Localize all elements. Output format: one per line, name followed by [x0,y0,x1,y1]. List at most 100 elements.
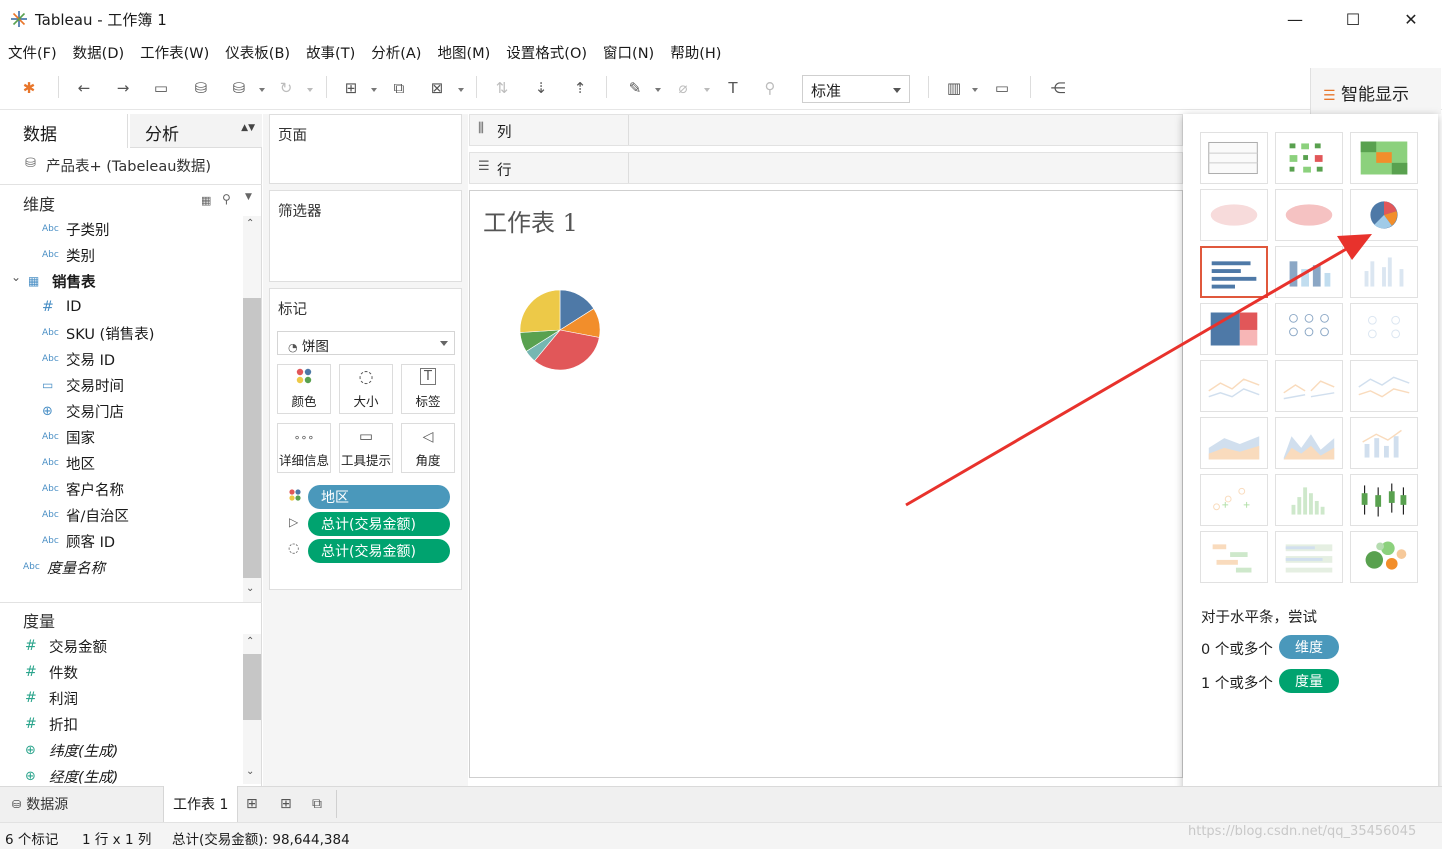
sort-descending-icon[interactable]: ⇡ [569,78,591,98]
presentation-mode-icon[interactable]: ▭ [991,78,1013,98]
amount-angle-pill[interactable]: 总计(交易金额) [308,512,450,536]
filters-shelf[interactable]: 筛选器 [269,190,462,282]
pie-chart[interactable] [518,288,602,372]
close-button[interactable]: ✕ [1388,4,1434,34]
chart-type-packed-bubbles[interactable] [1350,531,1418,583]
datasource-tab[interactable]: ⛁ 数据源 [0,786,162,822]
smart-show-tab[interactable]: ☰ 智能显示 [1310,68,1441,114]
chevron-down-icon[interactable]: ▼ [245,192,252,202]
redo-icon[interactable]: → [112,78,134,98]
menu-help[interactable]: 帮助(H) [670,42,721,63]
sort-ascending-icon[interactable]: ⇣ [530,78,552,98]
chart-type-bullet-graph[interactable] [1275,531,1343,583]
fit-select[interactable]: 标准 [802,75,910,103]
tab-worksheet-1[interactable]: 工作表 1 [163,786,238,822]
chevron-down-icon[interactable] [371,88,377,92]
measure-field[interactable]: # 件数 [0,659,240,685]
pause-updates-icon[interactable]: ⛁ [228,78,250,98]
tab-data[interactable]: 数据 [0,114,128,148]
show-mark-labels-icon[interactable]: T [722,78,744,98]
dimension-field[interactable]: ▭ 交易时间 [0,372,240,398]
pages-shelf[interactable]: 页面 [269,114,462,184]
duplicate-sheet-icon[interactable]: ⧉ [388,78,410,98]
dimensions-scrollbar-thumb[interactable] [243,298,261,578]
new-datasource-icon[interactable]: ⛁ [190,78,212,98]
measure-field[interactable]: # 折扣 [0,711,240,737]
dimension-field[interactable]: Abc 省/自治区 [0,502,240,528]
menu-dashboard[interactable]: 仪表板(B) [225,42,290,63]
chevron-down-icon[interactable]: ⌄ [246,766,254,777]
fix-axes-icon[interactable]: ⚲ [759,78,781,98]
chevron-down-icon[interactable] [704,88,710,92]
pie-slice[interactable] [519,289,561,333]
measure-field[interactable]: ⊕ 纬度(生成) [0,737,240,763]
measures-scrollbar-thumb[interactable] [243,654,261,720]
measure-field[interactable]: # 交易金额 [0,633,240,659]
menu-data[interactable]: 数据(D) [73,42,124,63]
menu-file[interactable]: 文件(F) [8,42,57,63]
chart-type-highlight-table[interactable] [1350,132,1418,184]
highlight-icon[interactable]: ✎ [624,78,646,98]
detail-button[interactable]: ∘∘∘ 详细信息 [277,423,331,473]
group-members-icon[interactable]: ⌀ [672,78,694,98]
dimension-field[interactable]: Abc 客户名称 [0,476,240,502]
chart-type-gantt[interactable] [1200,531,1268,583]
rows-shelf[interactable]: ☰ 行 [469,152,1183,184]
datasource-name[interactable]: 产品表+ (Tabeleau数据) [46,155,211,176]
dimension-field[interactable]: Abc 子类别 [0,216,240,242]
new-story-icon[interactable]: ⧉ [308,786,322,822]
mark-type-select[interactable]: ◔ 饼图 [277,331,455,355]
menu-worksheet[interactable]: 工作表(W) [140,42,209,63]
menu-map[interactable]: 地图(M) [437,42,490,63]
dimension-field[interactable]: Abc 地区 [0,450,240,476]
dimension-field[interactable]: Abc 国家 [0,424,240,450]
size-button[interactable]: ◌ 大小 [339,364,393,414]
new-worksheet-icon[interactable]: ⊞ [340,78,362,98]
tooltip-button[interactable]: ▭ 工具提示 [339,423,393,473]
clear-sheet-icon[interactable]: ⊠ [426,78,448,98]
menu-analysis[interactable]: 分析(A) [371,42,421,63]
dimension-field[interactable]: ⌄ ▦ 销售表 [0,268,240,294]
new-dashboard-icon[interactable]: ⊞ [276,786,292,822]
chevron-up-icon[interactable]: ⌃ [246,218,254,229]
angle-button[interactable]: ◁ 角度 [401,423,455,473]
amount-size-pill[interactable]: 总计(交易金额) [308,539,450,563]
chevron-down-icon[interactable]: ⌄ [11,270,21,284]
label-button[interactable]: T 标签 [401,364,455,414]
dimension-field[interactable]: Abc 度量名称 [0,554,240,580]
chevron-up-icon[interactable]: ⌃ [246,636,254,647]
tableau-home-icon[interactable]: ✱ [18,78,40,98]
menu-format[interactable]: 设置格式(O) [506,42,587,63]
tab-analysis[interactable]: 分析 ▲▼ [130,114,262,148]
chart-type-text-table[interactable] [1200,132,1268,184]
menu-story[interactable]: 故事(T) [306,42,355,63]
chart-type-heat-map[interactable] [1275,132,1343,184]
dimension-field[interactable]: Abc 类别 [0,242,240,268]
dimension-field[interactable]: Abc 交易 ID [0,346,240,372]
share-icon[interactable]: ⋲ [1047,78,1069,98]
maximize-button[interactable]: ☐ [1330,4,1376,34]
show-cards-icon[interactable]: ▥ [943,78,965,98]
dimension-field[interactable]: # ID [0,294,240,320]
save-icon[interactable]: ▭ [150,78,172,98]
minimize-button[interactable]: — [1272,4,1318,34]
refresh-icon[interactable]: ↻ [275,78,297,98]
list-view-icon[interactable]: ▦ [201,194,211,207]
chevron-down-icon[interactable] [655,88,661,92]
color-button[interactable]: 颜色 [277,364,331,414]
new-worksheet-icon[interactable]: ⊞ [242,786,258,822]
dimension-field[interactable]: ⊕ 交易门店 [0,398,240,424]
chevron-down-icon[interactable] [259,88,265,92]
dimension-field[interactable]: Abc SKU (销售表) [0,320,240,346]
swap-rows-columns-icon[interactable]: ⇅ [491,78,513,98]
measure-field[interactable]: # 利润 [0,685,240,711]
menu-window[interactable]: 窗口(N) [603,42,654,63]
columns-shelf[interactable]: ⫼ 列 [469,114,1183,146]
chevron-down-icon[interactable] [307,88,313,92]
dimension-field[interactable]: Abc 顾客 ID [0,528,240,554]
search-icon[interactable]: ⚲ [222,192,231,206]
sheet-title[interactable]: 工作表 1 [483,203,578,238]
chevron-down-icon[interactable] [972,88,978,92]
chevron-down-icon[interactable]: ⌄ [246,583,254,594]
chevron-down-icon[interactable] [458,88,464,92]
